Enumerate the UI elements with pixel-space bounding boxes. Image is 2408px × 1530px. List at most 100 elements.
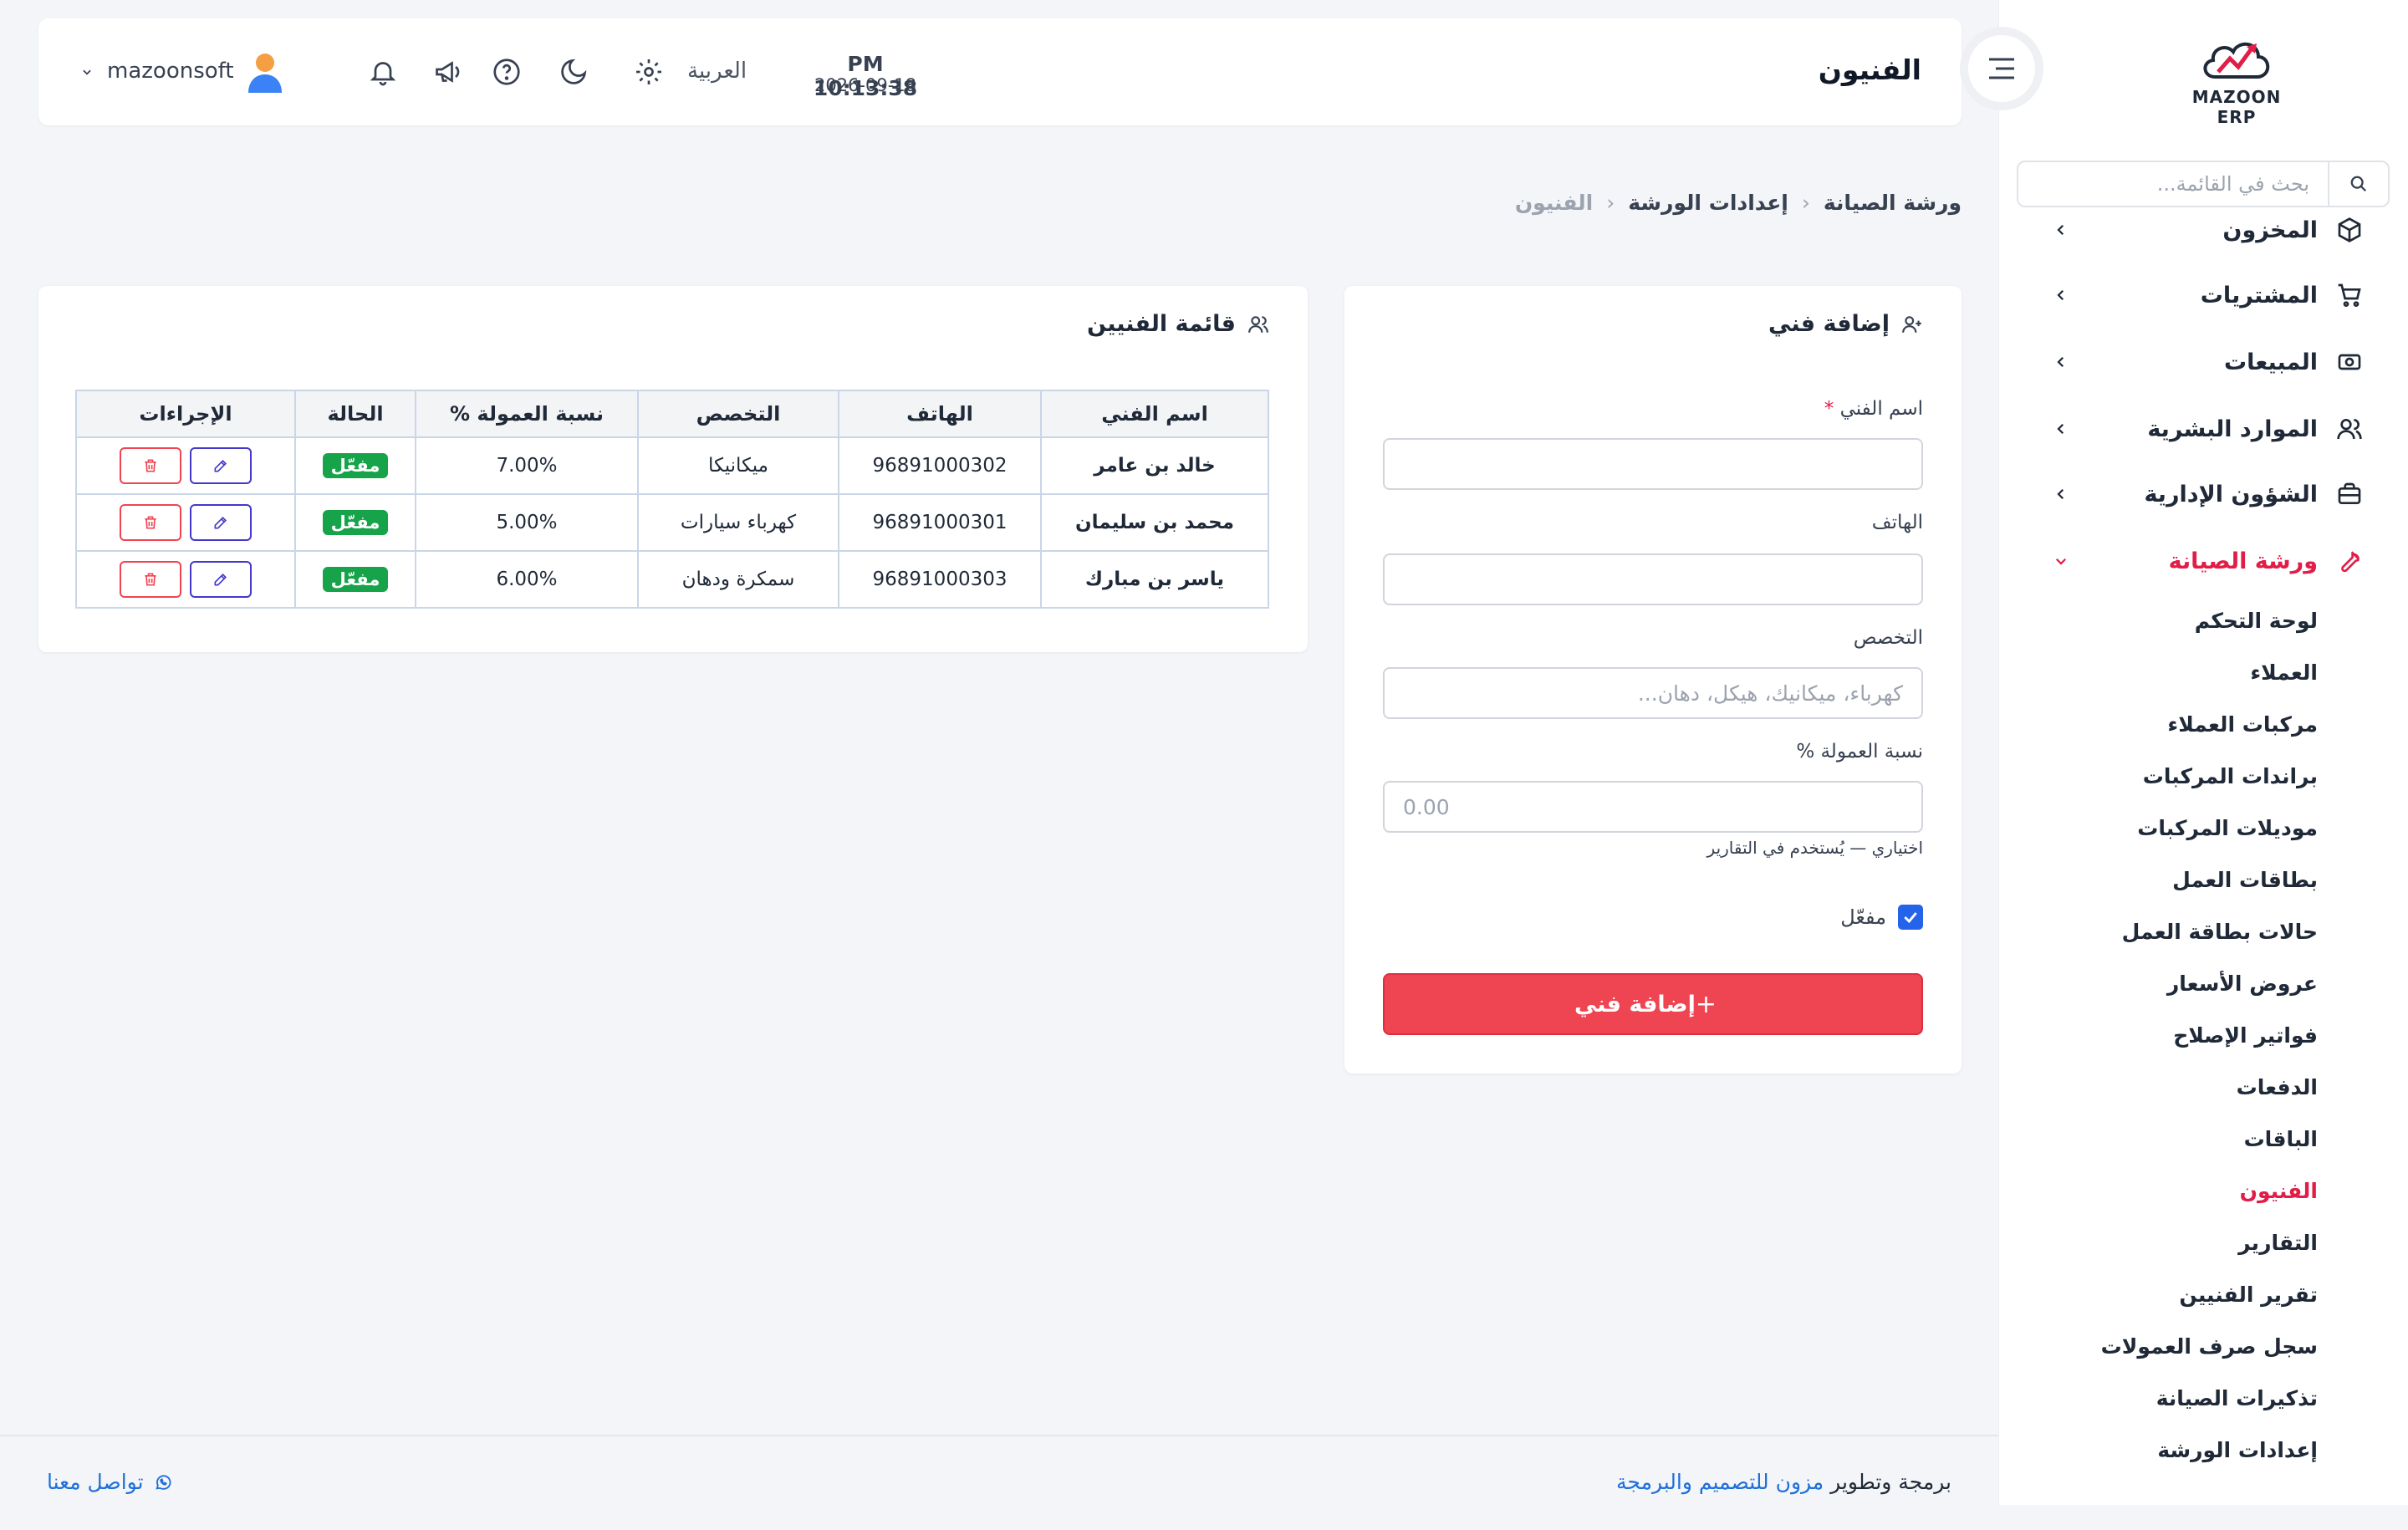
add-technician-card: إضافة فني اسم الفني * الهاتف التخصص نسبة… xyxy=(1344,286,1962,1074)
cell-actions xyxy=(75,493,296,552)
column-header-name: اسم الفني xyxy=(1040,390,1269,438)
edit-button[interactable] xyxy=(190,561,252,598)
specialty-input[interactable] xyxy=(1383,667,1923,719)
sidebar-subitem-customer-vehicles[interactable]: مركبات العملاء xyxy=(2167,712,2318,737)
sidebar-item-workshop[interactable]: ورشة الصيانة xyxy=(1998,532,2408,590)
cell-status: مفعّل xyxy=(294,436,416,495)
chevron-down-icon[interactable] xyxy=(79,52,95,92)
sidebar-subitem-workshop-settings[interactable]: إعدادات الورشة xyxy=(2157,1438,2318,1462)
edit-button[interactable] xyxy=(190,504,252,541)
cell-specialty: كهرباء سيارات xyxy=(637,493,839,552)
sidebar-item-label: المخزون xyxy=(2222,217,2318,243)
table-row: محمد بن سليمان 96891000301 كهرباء سيارات… xyxy=(75,493,1269,552)
sidebar-item-purchases[interactable]: المشتريات xyxy=(1998,266,2408,324)
sidebar-item-label: الموارد البشرية xyxy=(2147,416,2318,442)
sidebar-item-label: المبيعات xyxy=(2223,349,2318,375)
technician-name-input[interactable] xyxy=(1383,438,1923,490)
edit-icon xyxy=(214,459,227,472)
help-icon[interactable] xyxy=(487,52,527,92)
briefcase-icon xyxy=(2333,477,2366,511)
sidebar-subitem-payments[interactable]: الدفعات xyxy=(2237,1075,2318,1099)
edit-button[interactable] xyxy=(190,447,252,484)
active-checkbox-label: مفعّل xyxy=(1840,905,1886,929)
settings-icon[interactable] xyxy=(629,52,669,92)
bell-icon[interactable] xyxy=(363,52,403,92)
add-technician-button-label: إضافة فني xyxy=(1574,991,1696,1017)
language-switch[interactable]: العربية xyxy=(687,59,747,84)
edit-icon xyxy=(214,573,227,586)
edit-icon xyxy=(214,516,227,529)
footer-company-link[interactable]: مزون للتصميم والبرمجة xyxy=(1616,1470,1824,1494)
cell-commission: 5.00% xyxy=(415,493,639,552)
cell-name: خالد بن عامر xyxy=(1040,436,1269,495)
name-label: اسم الفني * xyxy=(1824,398,1923,420)
column-header-status: الحالة xyxy=(294,390,416,438)
delete-button[interactable] xyxy=(120,561,181,598)
add-technician-button[interactable]: + إضافة فني xyxy=(1383,973,1923,1035)
status-badge: مفعّل xyxy=(322,510,389,535)
sidebar-subitem-technicians-report[interactable]: تقرير الفنيين xyxy=(2179,1283,2318,1307)
commission-input[interactable] xyxy=(1383,781,1923,833)
sidebar-subitem-vehicle-models[interactable]: موديلات المركبات xyxy=(2137,816,2318,840)
sidebar: MAZOON ERP المخزون المشتريات المبيعات ال… xyxy=(1998,0,2408,1505)
username[interactable]: mazoonsoft xyxy=(107,59,234,84)
cart-icon xyxy=(2333,278,2366,312)
sidebar-item-admin-affairs[interactable]: الشؤون الإدارية xyxy=(1998,465,2408,523)
sidebar-subitem-quotations[interactable]: عروض الأسعار xyxy=(2167,972,2318,996)
sidebar-subitem-technicians[interactable]: الفنيون xyxy=(2240,1179,2318,1203)
page-title: الفنيون xyxy=(1818,54,1921,86)
sidebar-subitem-dashboard[interactable]: لوحة التحكم xyxy=(2195,609,2318,633)
sidebar-subitem-maintenance-reminders[interactable]: تذكيرات الصيانة xyxy=(2156,1386,2318,1410)
sidebar-item-hr[interactable]: الموارد البشرية xyxy=(1998,400,2408,458)
cell-status: مفعّل xyxy=(294,493,416,552)
dark-mode-moon-icon[interactable] xyxy=(554,52,594,92)
sidebar-search-input[interactable] xyxy=(2018,162,2328,206)
chevron-left-icon xyxy=(2048,217,2074,242)
users-icon xyxy=(2333,412,2366,446)
cell-commission: 6.00% xyxy=(415,550,639,609)
breadcrumb-workshop[interactable]: ورشة الصيانة xyxy=(1824,191,1962,215)
sidebar-subitem-commission-log[interactable]: سجل صرف العمولات xyxy=(2101,1334,2318,1359)
footer: برمجة وتطوير مزون للتصميم والبرمجة تواصل… xyxy=(0,1435,1998,1530)
sidebar-subitem-vehicle-brands[interactable]: براندات المركبات xyxy=(2143,764,2318,788)
add-technician-title: إضافة فني xyxy=(1768,311,1923,337)
cell-commission: 7.00% xyxy=(415,436,639,495)
column-header-specialty: التخصص xyxy=(637,390,839,438)
specialty-label: التخصص xyxy=(1853,627,1923,649)
avatar[interactable] xyxy=(244,52,286,93)
chevron-left-icon xyxy=(2048,349,2074,375)
logo: MAZOON ERP xyxy=(2174,33,2299,127)
sidebar-subitem-customers[interactable]: العملاء xyxy=(2250,660,2318,685)
column-header-phone: الهاتف xyxy=(838,390,1042,438)
chevron-down-icon xyxy=(2048,548,2074,574)
phone-input[interactable] xyxy=(1383,553,1923,605)
active-toggle-row: مفعّل xyxy=(1840,905,1923,930)
delete-button[interactable] xyxy=(120,504,181,541)
cell-name: محمد بن سليمان xyxy=(1040,493,1269,552)
whatsapp-icon xyxy=(154,1473,172,1492)
contact-us-link[interactable]: تواصل معنا xyxy=(47,1470,172,1494)
sidebar-subitem-job-card-statuses[interactable]: حالات بطاقة العمل xyxy=(2122,920,2318,944)
active-checkbox[interactable] xyxy=(1898,905,1923,930)
clock-date: 2026-09-18 xyxy=(814,75,917,95)
sidebar-item-sales[interactable]: المبيعات xyxy=(1998,333,2408,391)
sidebar-item-inventory[interactable]: المخزون xyxy=(1998,201,2408,259)
plus-icon: + xyxy=(1695,989,1717,1019)
cell-phone: 96891000303 xyxy=(838,550,1042,609)
breadcrumb: ورشة الصيانة › إعدادات الورشة › الفنيون xyxy=(1515,191,1962,215)
search-icon[interactable] xyxy=(2328,162,2388,206)
megaphone-icon[interactable] xyxy=(428,52,468,92)
sidebar-subitem-job-cards[interactable]: بطاقات العمل xyxy=(2172,868,2318,892)
sidebar-item-label: ورشة الصيانة xyxy=(2168,548,2318,574)
breadcrumb-workshop-settings[interactable]: إعدادات الورشة xyxy=(1628,191,1788,215)
cell-specialty: سمكرة ودهان xyxy=(637,550,839,609)
sidebar-subitem-packages[interactable]: الباقات xyxy=(2244,1127,2318,1151)
sidebar-subitem-repair-invoices[interactable]: فواتير الإصلاح xyxy=(2173,1023,2318,1048)
menu-toggle-icon[interactable] xyxy=(1968,35,2035,102)
sidebar-subitem-reports[interactable]: التقارير xyxy=(2238,1231,2318,1255)
status-badge: مفعّل xyxy=(322,453,389,478)
wrench-icon xyxy=(2333,544,2366,578)
delete-button[interactable] xyxy=(120,447,181,484)
box-icon xyxy=(2333,213,2366,247)
logo-text: MAZOON ERP xyxy=(2191,87,2282,127)
